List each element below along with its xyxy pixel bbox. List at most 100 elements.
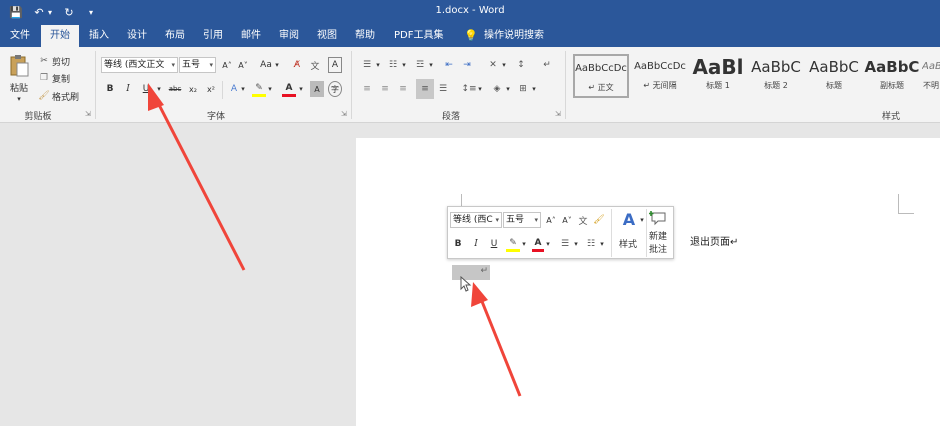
style-subtle-emphasis[interactable]: AaBl 不明 [922, 54, 940, 98]
increase-indent-icon[interactable]: ⇥ [460, 57, 474, 73]
tab-references[interactable]: 引用 [197, 25, 229, 47]
styles-icon[interactable]: A [618, 209, 640, 229]
phonetic-guide-icon[interactable]: 文 [577, 212, 589, 228]
paragraph-launcher-icon[interactable]: ⇲ [555, 110, 561, 118]
style-name: 标题 2 [764, 81, 788, 90]
mini-styles-button[interactable]: 样式 [616, 235, 640, 251]
clipboard-launcher-icon[interactable]: ⇲ [85, 110, 91, 118]
chevron-down-icon[interactable]: ▾ [401, 57, 407, 73]
chevron-down-icon[interactable]: ▾ [545, 236, 551, 252]
bold-button[interactable]: B [104, 81, 116, 97]
style-heading-1[interactable]: AaBl 标题 1 [690, 54, 746, 98]
tab-pdf-tools[interactable]: PDF工具集 [388, 25, 449, 47]
chevron-down-icon[interactable]: ▾ [505, 81, 511, 97]
highlight-icon[interactable]: ✎ [252, 81, 266, 97]
style-normal[interactable]: AaBbCcDc ↵ 正文 [573, 54, 629, 98]
cut-button[interactable]: 剪切 [52, 53, 70, 69]
tell-me-search[interactable]: 操作说明搜索 [478, 25, 550, 47]
enclose-characters-icon[interactable]: 字 [328, 81, 342, 97]
distributed-icon[interactable]: ☰ [436, 81, 450, 97]
decrease-indent-icon[interactable]: ⇤ [442, 57, 456, 73]
sort-icon[interactable]: ↕ [514, 57, 528, 73]
paste-dropdown-icon[interactable]: ▾ [14, 91, 24, 107]
chevron-down-icon[interactable]: ▾ [639, 212, 645, 228]
tab-layout[interactable]: 布局 [159, 25, 191, 47]
shading-icon[interactable]: ◈ [490, 81, 504, 97]
style-sample: AaBbCcDc [575, 63, 627, 74]
tab-home[interactable]: 开始 [41, 25, 79, 47]
document-text[interactable]: 退出页面↵ [690, 233, 738, 248]
font-name-combo[interactable]: 等线 (西文正文 ▾ [101, 57, 178, 73]
mini-bold-button[interactable]: B [452, 236, 464, 252]
borders-icon[interactable]: ⊞ [516, 81, 530, 97]
tab-design[interactable]: 设计 [121, 25, 153, 47]
character-shading-icon[interactable]: A [310, 81, 324, 97]
font-color-icon[interactable]: A [282, 81, 296, 97]
style-sample: AaBl [922, 61, 940, 72]
grow-font-button[interactable]: A˄ [220, 57, 234, 73]
mini-highlight-icon[interactable]: ✎ [506, 236, 520, 252]
character-border-icon[interactable]: A [328, 57, 342, 73]
font-launcher-icon[interactable]: ⇲ [341, 110, 347, 118]
tab-mailings[interactable]: 邮件 [235, 25, 267, 47]
new-comment-label-2[interactable]: 批注 [646, 242, 670, 255]
font-size-combo[interactable]: 五号 ▾ [179, 57, 216, 73]
copy-button[interactable]: 复制 [52, 70, 70, 86]
chevron-down-icon[interactable]: ▾ [599, 236, 605, 252]
multilevel-list-icon[interactable]: ☲ [413, 57, 427, 73]
new-comment-label-1[interactable]: 新建 [646, 229, 670, 242]
mini-bullets-icon[interactable]: ☰ [558, 236, 572, 252]
paste-icon[interactable] [6, 53, 32, 79]
mini-numbering-icon[interactable]: ☷ [584, 236, 598, 252]
mini-font-name-combo[interactable]: 等线 (西C ▾ [450, 212, 502, 228]
line-spacing-icon[interactable]: ↕≡ [461, 81, 476, 97]
chevron-down-icon[interactable]: ▾ [573, 236, 579, 252]
mini-font-size-combo[interactable]: 五号 ▾ [503, 212, 541, 228]
clear-formatting-icon[interactable]: A̸ [290, 57, 304, 73]
align-left-icon[interactable]: ≡ [360, 81, 374, 97]
style-heading-2[interactable]: AaBbC 标题 2 [748, 54, 804, 98]
italic-button[interactable]: I [122, 81, 134, 97]
format-painter-button[interactable]: 格式刷 [52, 88, 79, 104]
style-subtitle[interactable]: AaBbC 副标题 [864, 54, 920, 98]
shrink-font-icon[interactable]: A˅ [561, 212, 573, 228]
new-comment-icon[interactable] [649, 210, 667, 226]
title-bar: 💾 ↶ ▾ ↻ ▾ 1.docx - Word [0, 0, 940, 25]
mini-underline-button[interactable]: U [488, 236, 500, 252]
tab-file[interactable]: 文件 [4, 25, 36, 47]
style-title[interactable]: AaBbC 标题 [806, 54, 862, 98]
change-case-button[interactable]: Aa [258, 57, 274, 73]
chevron-down-icon[interactable]: ▾ [274, 57, 280, 73]
chevron-down-icon: ▾ [534, 216, 538, 224]
clipboard-group-label: 剪贴板 [24, 112, 52, 122]
numbering-icon[interactable]: ☷ [386, 57, 400, 73]
chevron-down-icon[interactable]: ▾ [531, 81, 537, 97]
chevron-down-icon[interactable]: ▾ [267, 81, 273, 97]
chinese-layout-icon[interactable]: ✕ [486, 57, 500, 73]
tab-help[interactable]: 帮助 [349, 25, 381, 47]
tab-review[interactable]: 审阅 [273, 25, 305, 47]
phonetic-guide-icon[interactable]: 文 [308, 57, 322, 73]
grow-font-icon[interactable]: A˄ [545, 212, 557, 228]
style-no-spacing[interactable]: AaBbCcDc ↵ 无间隔 [632, 54, 688, 98]
show-marks-icon[interactable]: ↵ [540, 57, 554, 73]
chevron-down-icon[interactable]: ▾ [521, 236, 527, 252]
justify-icon[interactable]: ≡ [416, 79, 434, 99]
shrink-font-button[interactable]: A˅ [236, 57, 250, 73]
align-center-icon[interactable]: ≡ [378, 81, 392, 97]
chevron-down-icon[interactable]: ▾ [477, 81, 483, 97]
mini-font-color-icon[interactable]: A [532, 236, 544, 252]
mini-italic-button[interactable]: I [470, 236, 482, 252]
copy-icon: ❐ [39, 73, 49, 83]
bullets-icon[interactable]: ☰ [360, 57, 374, 73]
chevron-down-icon[interactable]: ▾ [298, 81, 304, 97]
chevron-down-icon[interactable]: ▾ [428, 57, 434, 73]
tab-insert[interactable]: 插入 [83, 25, 115, 47]
format-painter-icon[interactable]: 🖌 [593, 212, 605, 228]
chevron-down-icon[interactable]: ▾ [501, 57, 507, 73]
align-right-icon[interactable]: ≡ [396, 81, 410, 97]
chevron-down-icon: ▾ [171, 61, 175, 69]
document-page[interactable]: 退出页面↵ ↵ [356, 138, 940, 426]
chevron-down-icon[interactable]: ▾ [375, 57, 381, 73]
tab-view[interactable]: 视图 [311, 25, 343, 47]
